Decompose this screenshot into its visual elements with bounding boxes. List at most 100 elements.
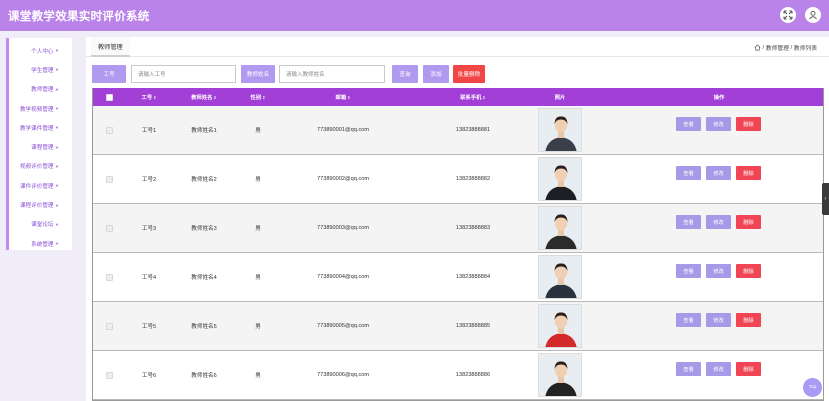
edit-button[interactable]: 修改 — [706, 362, 731, 376]
cell-photo — [538, 302, 582, 350]
row-checkbox[interactable] — [102, 106, 116, 154]
table-row: 工号1 教师姓名1 男 773890001@qq.com 13823888881 查看 修改… — [93, 106, 823, 155]
view-button[interactable]: 查看 — [676, 166, 701, 180]
column-header-gender[interactable]: 性别 ⇕ — [243, 88, 273, 106]
column-header-email[interactable]: 邮箱 ⇕ — [308, 88, 378, 106]
delete-button[interactable]: 删除 — [736, 215, 761, 229]
main-panel: 教师管理 / 教师管理 / 教师列表 工号 请输入工号 教师姓名 请输入教师姓名… — [86, 37, 829, 401]
teacher-photo[interactable] — [538, 108, 582, 152]
sort-icon: ⇕ — [482, 94, 486, 100]
cell-email: 773890006@qq.com — [316, 372, 370, 378]
view-button[interactable]: 查看 — [676, 117, 701, 131]
sidebar-item-label: 学生管理 — [31, 67, 54, 74]
side-collapse-tab[interactable]: ‹ — [822, 183, 829, 215]
row-checkbox[interactable] — [102, 155, 116, 203]
view-button[interactable]: 查看 — [676, 313, 701, 327]
edit-button[interactable]: 修改 — [706, 313, 731, 327]
sidebar-item-system[interactable]: 系统管理 ▼ — [9, 234, 72, 253]
chevron-down-icon: ▼ — [55, 106, 59, 112]
edit-button[interactable]: 修改 — [706, 215, 731, 229]
sidebar-item-courseware-reviews[interactable]: 课件评价管理 ▼ — [9, 176, 72, 195]
sidebar-item-videos[interactable]: 教学视频管理 ▼ — [9, 99, 72, 118]
sidebar-item-courseware[interactable]: 教学课件管理 ▼ — [9, 118, 72, 137]
cell-photo — [538, 204, 582, 252]
chevron-down-icon: ▼ — [55, 67, 59, 73]
home-icon[interactable] — [754, 44, 761, 51]
chevron-down-icon: ▼ — [55, 86, 59, 92]
row-checkbox[interactable] — [102, 302, 116, 350]
tab-teacher-management[interactable]: 教师管理 — [91, 37, 130, 57]
view-button[interactable]: 查看 — [676, 362, 701, 376]
cell-id: 工号1 — [141, 128, 157, 134]
sidebar-item-courses[interactable]: 课程管理 ▼ — [9, 137, 72, 156]
query-button[interactable]: 查询 — [392, 65, 418, 83]
row-checkbox[interactable] — [102, 253, 116, 301]
cell-id: 工号5 — [141, 324, 157, 330]
delete-button[interactable]: 删除 — [736, 362, 761, 376]
sort-icon: ⇕ — [153, 94, 157, 100]
cell-email: 773890004@qq.com — [316, 274, 370, 280]
sidebar-item-forum[interactable]: 课堂论坛 ▼ — [9, 215, 72, 234]
sidebar-item-video-reviews[interactable]: 视频评价管理 ▼ — [9, 157, 72, 176]
batch-delete-button[interactable]: 批量删除 — [453, 65, 485, 83]
cell-name: 教师姓名3 — [191, 226, 217, 232]
delete-button[interactable]: 删除 — [736, 117, 761, 131]
id-search-input[interactable]: 请输入工号 — [131, 65, 236, 83]
chevron-down-icon: ▼ — [55, 144, 59, 150]
teacher-photo[interactable] — [538, 304, 582, 348]
sidebar-item-label: 个人中心 — [31, 48, 54, 55]
sidebar-item-label: 课程管理 — [31, 145, 54, 152]
delete-button[interactable]: 删除 — [736, 313, 761, 327]
view-button[interactable]: 查看 — [676, 215, 701, 229]
column-header-phone[interactable]: 联系手机 ⇕ — [433, 88, 513, 106]
cell-name: 教师姓名5 — [191, 324, 217, 330]
sidebar-item-course-reviews[interactable]: 课程评价管理 ▼ — [9, 195, 72, 214]
sidebar-item-teachers[interactable]: 教师管理 ▼ — [9, 80, 72, 99]
table-row: 工号3 教师姓名3 男 773890003@qq.com 13823888883 查看 修改… — [93, 204, 823, 253]
teacher-photo[interactable] — [538, 206, 582, 250]
cell-name: 教师姓名6 — [191, 373, 217, 379]
edit-button[interactable]: 修改 — [706, 166, 731, 180]
chevron-down-icon: ▼ — [55, 202, 59, 208]
search-bar: 工号 请输入工号 教师姓名 请输入教师姓名 查询 添加 批量删除 — [92, 65, 812, 83]
cell-email: 773890002@qq.com — [316, 176, 370, 182]
back-to-top-button[interactable]: Top — [803, 378, 822, 397]
delete-button[interactable]: 删除 — [736, 166, 761, 180]
tab-bar: 教师管理 / 教师管理 / 教师列表 — [86, 37, 829, 57]
name-search-input[interactable]: 请输入教师姓名 — [279, 65, 385, 83]
sidebar-item-label: 视频评价管理 — [19, 164, 54, 171]
row-checkbox[interactable] — [102, 204, 116, 252]
sidebar-item-label: 系统管理 — [31, 241, 54, 248]
select-all-checkbox[interactable] — [102, 88, 116, 106]
cell-id: 工号3 — [141, 226, 157, 232]
row-checkbox[interactable] — [102, 351, 116, 399]
cell-photo — [538, 106, 582, 154]
cell-id: 工号6 — [141, 373, 157, 379]
column-header-id[interactable]: 工号 ⇕ — [129, 88, 169, 106]
breadcrumb-item: 教师列表 — [793, 46, 817, 52]
fullscreen-icon[interactable] — [780, 7, 796, 23]
sidebar-item-label: 教学视频管理 — [19, 106, 54, 113]
edit-button[interactable]: 修改 — [706, 264, 731, 278]
field-label-id: 工号 — [92, 65, 126, 83]
user-icon[interactable] — [805, 7, 821, 23]
breadcrumb-item[interactable]: 教师管理 — [766, 43, 789, 52]
view-button[interactable]: 查看 — [676, 264, 701, 278]
teacher-photo[interactable] — [538, 353, 582, 397]
delete-button[interactable]: 删除 — [736, 264, 761, 278]
teacher-photo[interactable] — [538, 157, 582, 201]
sort-icon: ⇕ — [213, 94, 217, 100]
top-header: 课堂教学效果实时评价系统 — [0, 0, 829, 31]
table-row: 工号4 教师姓名4 男 773890004@qq.com 13823888884 查看 修改… — [93, 253, 823, 302]
edit-button[interactable]: 修改 — [706, 117, 731, 131]
sidebar-item-label: 课堂论坛 — [31, 222, 54, 229]
column-header-name[interactable]: 教师姓名 ⇕ — [179, 88, 229, 106]
sidebar-item-personal-center[interactable]: 个人中心 ▼ — [9, 41, 72, 60]
add-button[interactable]: 添加 — [423, 65, 449, 83]
teacher-photo[interactable] — [538, 255, 582, 299]
sort-icon: ⇕ — [347, 94, 351, 100]
chevron-down-icon: ▼ — [55, 183, 59, 189]
sidebar-item-students[interactable]: 学生管理 ▼ — [9, 60, 72, 79]
cell-gender: 男 — [255, 226, 261, 232]
table-row: 工号6 教师姓名6 男 773890006@qq.com 13823888886 查看 修改… — [93, 351, 823, 400]
